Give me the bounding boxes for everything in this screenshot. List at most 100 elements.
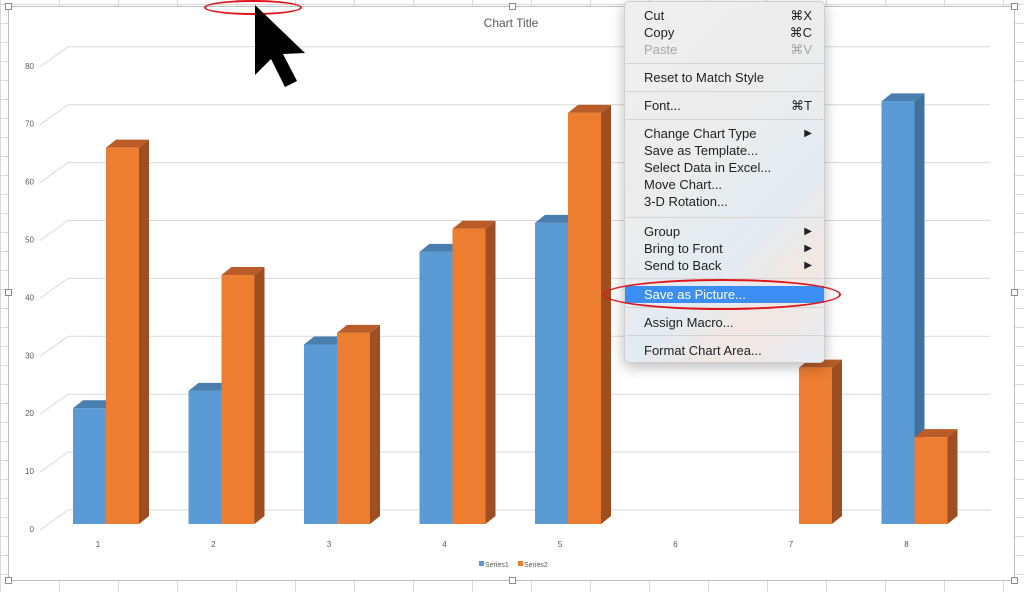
x-tick-label: 1 bbox=[96, 540, 101, 549]
gridline bbox=[39, 335, 990, 357]
bar-series2-2 bbox=[221, 275, 255, 524]
menu-item-label: Change Chart Type bbox=[644, 126, 757, 141]
menu-item-label: Copy bbox=[644, 25, 675, 40]
bar-series2-7 bbox=[799, 367, 832, 524]
menu-item-label: 3-D Rotation... bbox=[644, 194, 728, 209]
menu-item-assign-macro[interactable]: Assign Macro... bbox=[625, 314, 824, 331]
shortcut-label: ⌘V bbox=[790, 42, 812, 57]
menu-item-paste: Paste ⌘V bbox=[625, 41, 824, 58]
menu-item-format-chart-area[interactable]: Format Chart Area... bbox=[625, 342, 824, 359]
menu-item-change-chart-type[interactable]: Change Chart Type ▶ bbox=[625, 125, 824, 142]
gridline bbox=[39, 162, 990, 184]
x-tick-label: 4 bbox=[442, 540, 447, 549]
shortcut-label: ⌘T bbox=[791, 98, 812, 113]
submenu-arrow-icon: ▶ bbox=[804, 128, 812, 139]
x-axis-ticks: 1 2 3 4 5 6 7 8 bbox=[96, 540, 910, 549]
menu-item-label: Paste bbox=[644, 42, 678, 57]
menu-item-cut[interactable]: Cut ⌘X bbox=[625, 7, 824, 24]
shortcut-label: ⌘X bbox=[790, 8, 812, 23]
menu-item-3-d-rotation[interactable]: 3-D Rotation... bbox=[625, 193, 824, 210]
legend-label: Series2 bbox=[524, 562, 548, 569]
legend-swatch bbox=[518, 561, 523, 566]
x-tick-label: 7 bbox=[789, 540, 794, 549]
bar-series1-2 bbox=[188, 390, 222, 524]
y-tick-label: 80 bbox=[25, 62, 34, 71]
menu-separator bbox=[626, 119, 823, 120]
y-tick-label: 40 bbox=[25, 293, 34, 302]
menu-separator bbox=[626, 63, 823, 64]
menu-item-label: Group bbox=[644, 224, 681, 239]
y-tick-label: 60 bbox=[25, 178, 34, 187]
gridlines bbox=[39, 46, 990, 531]
bar-side bbox=[832, 359, 842, 524]
bar-series2-5 bbox=[568, 112, 601, 524]
chart-title[interactable]: Chart Title bbox=[484, 16, 539, 30]
menu-item-copy[interactable]: Copy ⌘C bbox=[625, 24, 824, 41]
bar-series1-5 bbox=[535, 222, 568, 525]
bar-series1-4 bbox=[419, 251, 453, 524]
bar-series1-8 bbox=[881, 101, 915, 524]
menu-item-send-to-back[interactable]: Send to Back ▶ bbox=[625, 257, 824, 274]
y-tick-label: 50 bbox=[25, 236, 34, 245]
bar-side bbox=[601, 104, 611, 524]
y-tick-label: 10 bbox=[25, 467, 34, 476]
menu-item-label: Format Chart Area... bbox=[644, 343, 762, 358]
y-tick-label: 30 bbox=[25, 351, 34, 360]
bar-series2-8 bbox=[914, 437, 948, 524]
submenu-arrow-icon: ▶ bbox=[804, 226, 812, 237]
y-tick-label: 20 bbox=[25, 409, 34, 418]
y-tick-label: 0 bbox=[30, 525, 35, 534]
highlight-ellipse-save-as-picture bbox=[603, 279, 841, 310]
menu-item-label: Save as Template... bbox=[644, 143, 758, 158]
menu-item-label: Select Data in Excel... bbox=[644, 160, 772, 175]
menu-item-save-as-template[interactable]: Save as Template... bbox=[625, 142, 824, 159]
menu-separator bbox=[626, 217, 823, 218]
bar-series2-1 bbox=[106, 147, 139, 524]
x-tick-label: 2 bbox=[211, 540, 216, 549]
menu-separator bbox=[626, 335, 823, 336]
y-tick-label: 70 bbox=[25, 120, 34, 129]
bar-series1-1 bbox=[73, 408, 106, 524]
bar-series2-3 bbox=[337, 332, 370, 524]
gridline bbox=[39, 277, 990, 299]
menu-item-select-data-in-excel[interactable]: Select Data in Excel... bbox=[625, 159, 824, 176]
bar-side bbox=[139, 139, 149, 524]
menu-item-label: Send to Back bbox=[644, 258, 722, 273]
legend-label: Series1 bbox=[485, 562, 509, 569]
x-tick-label: 8 bbox=[904, 540, 909, 549]
x-tick-label: 5 bbox=[558, 540, 563, 549]
y-axis-ticks: 0 10 20 30 40 50 60 70 80 bbox=[25, 62, 34, 534]
gridline bbox=[39, 509, 990, 531]
bar-series2-4 bbox=[452, 228, 486, 524]
chart-plot: Chart Title 0 10 20 30 40 50 60 70 80 1 2 3 4 5 6 7 8 S… bbox=[25, 16, 990, 569]
gridline bbox=[39, 46, 990, 68]
x-tick-label: 3 bbox=[327, 540, 332, 549]
menu-item-move-chart[interactable]: Move Chart... bbox=[625, 176, 824, 193]
bar-side bbox=[485, 220, 496, 524]
x-tick-label: 6 bbox=[673, 540, 678, 549]
menu-separator bbox=[626, 91, 823, 92]
menu-item-label: Assign Macro... bbox=[644, 315, 734, 330]
legend-swatch bbox=[479, 561, 484, 566]
legend: Series1 Series2 bbox=[479, 561, 548, 569]
bar-side bbox=[254, 267, 265, 524]
gridline bbox=[39, 220, 990, 241]
menu-item-group[interactable]: Group ▶ bbox=[625, 223, 824, 240]
bar-side bbox=[370, 324, 380, 524]
gridline bbox=[39, 104, 990, 126]
menu-item-label: Move Chart... bbox=[644, 177, 723, 192]
menu-item-label: Reset to Match Style bbox=[644, 70, 764, 85]
menu-item-reset-to-match-style[interactable]: Reset to Match Style bbox=[625, 69, 824, 86]
menu-item-font[interactable]: Font... ⌘T bbox=[625, 97, 824, 114]
arrow-pointer-icon bbox=[255, 5, 305, 87]
menu-item-label: Bring to Front bbox=[644, 241, 723, 256]
bar-series1-3 bbox=[304, 344, 337, 524]
submenu-arrow-icon: ▶ bbox=[804, 260, 812, 271]
shortcut-label: ⌘C bbox=[789, 25, 812, 40]
menu-item-bring-to-front[interactable]: Bring to Front ▶ bbox=[625, 240, 824, 257]
menu-item-label: Font... bbox=[644, 98, 681, 113]
bar-side bbox=[947, 429, 958, 524]
gridline bbox=[39, 451, 990, 473]
menu-item-label: Cut bbox=[644, 8, 665, 23]
gridline bbox=[39, 393, 990, 415]
